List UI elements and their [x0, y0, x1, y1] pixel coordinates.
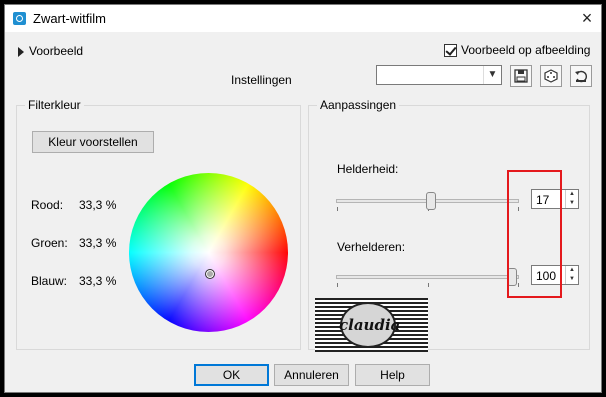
presets-label: Instellingen — [231, 73, 292, 87]
red-label: Rood: — [31, 198, 64, 212]
dialog-body: Voorbeeld Voorbeeld op afbeelding Instel… — [5, 32, 601, 392]
red-value: 33,3 % — [79, 198, 117, 212]
color-wheel[interactable] — [129, 173, 288, 332]
watermark-text: claudia — [339, 316, 401, 334]
preview-on-image-checkbox[interactable] — [444, 44, 457, 57]
save-preset-button[interactable] — [510, 65, 532, 87]
color-picker-handle[interactable] — [205, 269, 215, 279]
brighten-tick — [337, 283, 338, 287]
chevron-down-icon[interactable]: ▼ — [483, 66, 501, 84]
random-preset-button[interactable] — [540, 65, 562, 87]
spin-up-icon[interactable]: ▲ — [565, 266, 578, 275]
spin-down-icon[interactable]: ▼ — [565, 199, 578, 208]
brighten-label: Verhelderen: — [337, 240, 406, 254]
brightness-tick — [337, 207, 338, 211]
cancel-button[interactable]: Annuleren — [274, 364, 349, 386]
save-icon — [514, 69, 528, 83]
brighten-slider-track[interactable] — [336, 275, 519, 279]
blue-value: 33,3 % — [79, 274, 117, 288]
filter-color-title: Filterkleur — [25, 98, 84, 112]
title-bar[interactable]: Zwart-witfilm × — [5, 5, 601, 32]
window-title: Zwart-witfilm — [33, 11, 106, 26]
adjustments-title: Aanpassingen — [317, 98, 400, 112]
dialog-window: Zwart-witfilm × Voorbeeld Voorbeeld op a… — [4, 4, 602, 393]
brightness-slider-thumb[interactable] — [426, 192, 437, 210]
reset-preset-button[interactable] — [570, 65, 592, 87]
help-button[interactable]: Help — [355, 364, 430, 386]
preview-on-image-label[interactable]: Voorbeeld op afbeelding — [461, 43, 590, 57]
green-value: 33,3 % — [79, 236, 117, 250]
camera-icon — [13, 12, 26, 25]
brighten-tick — [428, 283, 429, 287]
highlight-box — [507, 170, 562, 298]
dice-icon — [544, 69, 558, 83]
brightness-label: Helderheid: — [337, 162, 399, 176]
preview-label[interactable]: Voorbeeld — [29, 44, 83, 58]
close-icon[interactable]: × — [577, 8, 597, 28]
spin-up-icon[interactable]: ▲ — [565, 190, 578, 199]
suggest-color-button[interactable]: Kleur voorstellen — [32, 131, 154, 153]
green-label: Groen: — [31, 236, 68, 250]
presets-dropdown[interactable]: ▼ — [376, 65, 502, 85]
spin-down-icon[interactable]: ▼ — [565, 275, 578, 284]
ok-button[interactable]: OK — [194, 364, 269, 386]
expand-triangle-icon[interactable] — [18, 47, 24, 57]
blue-label: Blauw: — [31, 274, 68, 288]
reset-icon — [575, 70, 587, 83]
